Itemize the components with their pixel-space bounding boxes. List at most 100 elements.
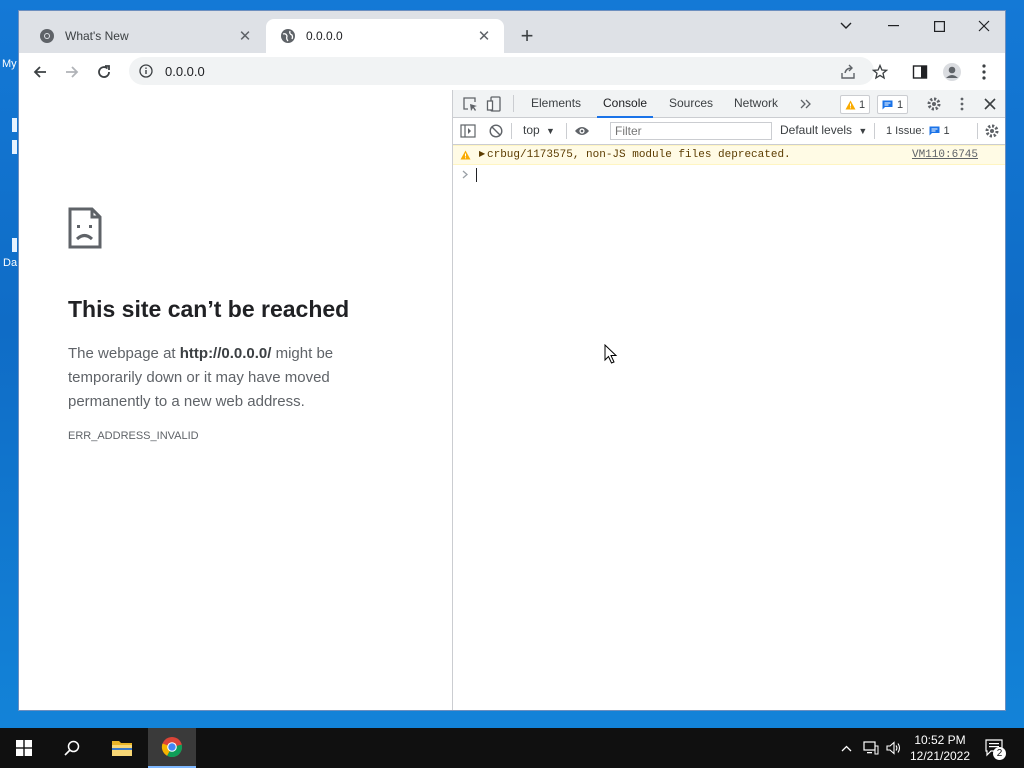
side-panel-icon [912, 65, 928, 79]
minimize-icon [887, 25, 899, 27]
mouse-cursor-icon [604, 344, 618, 364]
warnings-badge[interactable]: 1 [840, 95, 871, 114]
filter-box[interactable] [610, 122, 772, 140]
tab-strip: What's New ✕ 0.0.0.0 ✕ + [19, 11, 1005, 53]
info-icon[interactable] [139, 64, 153, 78]
desktop-icon-label-2[interactable]: Da [3, 257, 17, 269]
messages-count: 1 [897, 98, 904, 111]
star-icon [872, 64, 888, 80]
browser-window: What's New ✕ 0.0.0.0 ✕ + 0.0.0.0 This si… [18, 10, 1006, 711]
desktop-icon-fragment [12, 118, 17, 132]
tab-active[interactable]: 0.0.0.0 ✕ [266, 19, 504, 53]
sad-page-icon [68, 207, 102, 249]
issues-count: 1 [943, 124, 950, 137]
globe-icon [281, 29, 295, 43]
error-text-prefix: The webpage at [68, 345, 180, 362]
context-value: top [523, 123, 540, 137]
close-icon [978, 20, 990, 32]
network-icon [863, 741, 879, 755]
device-toolbar-button[interactable] [485, 95, 503, 113]
context-selector[interactable]: top ▼ [523, 123, 555, 137]
filter-input[interactable] [611, 123, 767, 139]
back-button[interactable] [26, 58, 54, 86]
menu-button[interactable] [970, 58, 998, 86]
forward-button[interactable] [58, 58, 86, 86]
speaker-icon [886, 741, 901, 755]
tab-elements[interactable]: Elements [525, 90, 587, 117]
eye-icon [575, 127, 589, 135]
start-button[interactable] [0, 728, 48, 768]
more-tabs-button[interactable] [797, 95, 815, 113]
reload-icon [98, 65, 110, 78]
desktop-icon-label-1[interactable]: My [2, 58, 17, 70]
inspect-element-button[interactable] [461, 95, 479, 113]
console-prompt[interactable] [453, 166, 1005, 184]
taskbar: 10:52 PM 12/21/2022 2 [0, 728, 1024, 768]
clock[interactable]: 10:52 PM 12/21/2022 [906, 732, 974, 764]
warning-message: crbug/1173575, non-JS module files depre… [487, 149, 791, 161]
tab-title: What's New [65, 29, 129, 43]
bookmark-button[interactable] [866, 58, 894, 86]
arrow-left-icon [33, 66, 46, 78]
tab-network[interactable]: Network [728, 90, 784, 117]
windows-icon [16, 740, 32, 756]
expand-triangle-icon[interactable]: ▶ [479, 149, 485, 158]
new-tab-button[interactable]: + [516, 25, 538, 47]
close-devtools-button[interactable] [981, 95, 999, 113]
share-icon [841, 64, 855, 79]
issues-button[interactable]: 1 Issue: 1 [882, 122, 954, 139]
file-explorer-button[interactable] [98, 728, 146, 768]
devtools-panel: Elements Console Sources Network 1 1 top… [452, 90, 1005, 710]
tab-sources[interactable]: Sources [663, 90, 719, 117]
show-hidden-icons-button[interactable] [836, 728, 856, 768]
profile-button[interactable] [938, 58, 966, 86]
tab-whats-new[interactable]: What's New ✕ [25, 19, 265, 53]
inspect-icon [463, 97, 477, 111]
console-warning-row[interactable]: ▶ crbug/1173575, non-JS module files dep… [453, 145, 1005, 165]
console-settings-button[interactable] [983, 122, 1001, 140]
clear-console-button[interactable] [487, 122, 505, 140]
warning-source-link[interactable]: VM110:6745 [912, 149, 978, 161]
close-tab-icon[interactable]: ✕ [476, 27, 492, 45]
text-cursor [476, 168, 477, 182]
show-sidebar-button[interactable] [459, 122, 477, 140]
search-button[interactable] [48, 728, 96, 768]
divider [566, 123, 567, 139]
tab-console[interactable]: Console [597, 90, 654, 118]
close-tab-icon[interactable]: ✕ [237, 27, 253, 45]
chevron-up-icon [841, 745, 851, 751]
address-bar[interactable] [129, 57, 874, 85]
share-button[interactable] [834, 58, 862, 86]
side-panel-button[interactable] [906, 58, 934, 86]
maximize-icon [933, 20, 945, 32]
devtools-settings-button[interactable] [925, 95, 943, 113]
minimize-button[interactable] [870, 11, 916, 41]
messages-badge[interactable]: 1 [877, 95, 909, 114]
chrome-taskbar-button[interactable] [148, 728, 196, 768]
message-icon [882, 100, 893, 109]
live-expression-button[interactable] [573, 122, 591, 140]
notification-count-badge: 2 [993, 747, 1006, 760]
page-content: This site can’t be reached The webpage a… [19, 90, 452, 710]
clock-date: 12/21/2022 [909, 749, 971, 763]
close-window-button[interactable] [961, 11, 1005, 41]
maximize-button[interactable] [916, 11, 962, 41]
desktop-icon-fragment [12, 238, 17, 252]
log-levels-dropdown[interactable]: Default levels ▼ [780, 123, 867, 137]
address-input[interactable] [163, 62, 767, 80]
network-tray-button[interactable] [860, 728, 882, 768]
devtools-menu-button[interactable] [953, 95, 971, 113]
reload-button[interactable] [90, 58, 118, 86]
chrome-icon [40, 29, 54, 43]
browser-toolbar [19, 53, 1005, 91]
message-icon [929, 126, 940, 135]
gear-icon [985, 124, 999, 138]
notifications-button[interactable]: 2 [980, 728, 1010, 768]
volume-tray-button[interactable] [883, 728, 905, 768]
warning-icon [460, 150, 471, 160]
dropdown-arrow-icon: ▼ [858, 126, 868, 136]
prompt-chevron-icon [462, 170, 468, 179]
console-toolbar: top ▼ Default levels ▼ 1 Issue: 1 [453, 118, 1005, 145]
chevron-down-icon [840, 22, 852, 29]
tab-search-button[interactable] [823, 11, 869, 41]
